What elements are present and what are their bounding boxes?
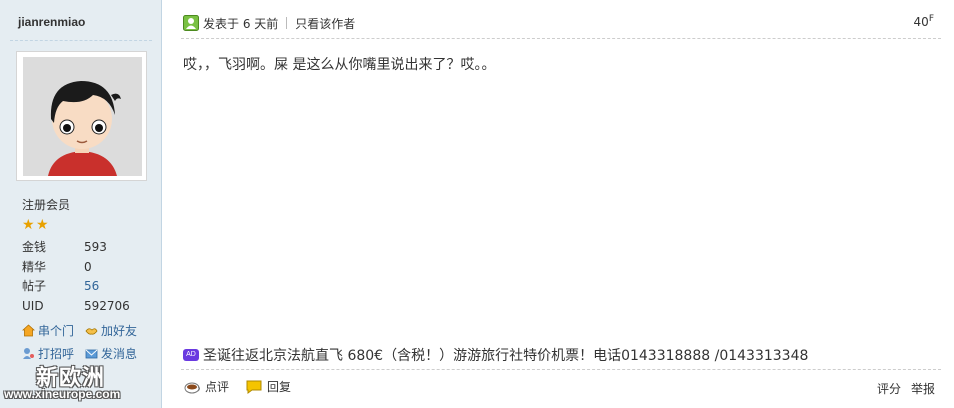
post-actions-right: 评分 举报	[877, 380, 935, 397]
floor-number[interactable]: 40F	[914, 14, 934, 29]
stat-value: 592706	[84, 298, 130, 313]
reply-button[interactable]: 回复	[245, 378, 291, 395]
report-link[interactable]: 举报	[911, 380, 935, 397]
online-status-icon	[183, 15, 199, 31]
handshake-icon	[85, 328, 98, 335]
home-icon	[22, 324, 35, 337]
stat-row: 帖子 56	[22, 279, 152, 299]
stat-value: 0	[84, 259, 92, 274]
coffee-cup-icon	[184, 382, 200, 393]
ad-banner[interactable]: AD 圣诞往返北京法航直飞 680€（含税！）游游旅行社特价机票！电话01433…	[183, 345, 808, 365]
user-group[interactable]: 注册会员	[22, 196, 70, 213]
visit-home-label: 串个门	[38, 324, 75, 338]
envelope-icon	[85, 349, 98, 359]
watermark-url: www.xineurope.com	[4, 387, 121, 401]
floor-suffix: F	[928, 14, 934, 24]
avatar[interactable]	[16, 51, 147, 181]
add-friend-link[interactable]: 加好友	[85, 322, 137, 339]
ad-text[interactable]: 圣诞往返北京法航直飞 680€（含税！）游游旅行社特价机票！电话01433188…	[203, 345, 808, 365]
stat-key: 金钱	[22, 240, 47, 254]
rate-comment-button[interactable]: 点评	[183, 378, 229, 395]
score-link[interactable]: 评分	[877, 380, 901, 397]
divider	[10, 40, 152, 41]
posts-count-link[interactable]: 56	[84, 279, 99, 293]
username[interactable]: jianrenmiao	[18, 15, 85, 29]
speech-bubble-icon	[246, 380, 262, 394]
stat-row: 精华 0	[22, 260, 152, 280]
stat-key: 帖子	[22, 279, 47, 293]
floor-num: 40	[913, 15, 929, 29]
post-content: 发表于 6 天前 只看该作者 40F 哎，，飞羽啊。屎 是这么从你嘴里说出来了？…	[163, 0, 954, 408]
star-icon: ★	[36, 217, 49, 233]
add-friend-label: 加好友	[101, 324, 138, 338]
post-meta: 发表于 6 天前 只看该作者	[183, 15, 355, 31]
visit-home-link[interactable]: 串个门	[22, 322, 74, 339]
rank-stars: ★★	[22, 218, 50, 232]
greet-icon	[23, 348, 34, 359]
user-sidebar: jianrenmiao 注册会员 ★★ 金钱 593 精华 0 帖子 56 UI…	[0, 0, 162, 408]
site-watermark: 新欧洲 www.xineurope.com	[0, 360, 160, 408]
stat-key: UID	[22, 298, 44, 313]
stat-row: UID 592706	[22, 299, 152, 319]
stat-key: 精华	[22, 259, 47, 274]
post-body: 哎，，飞羽啊。屎 是这么从你嘴里说出来了？哎。。	[183, 57, 496, 73]
ad-badge: AD	[183, 349, 199, 361]
post-time: 发表于 6 天前	[203, 16, 279, 31]
rate-comment-label: 点评	[205, 380, 230, 394]
reply-label: 回复	[267, 380, 292, 394]
star-icon: ★	[22, 217, 35, 233]
stat-value: 593	[84, 240, 107, 254]
post-footer: 点评 回复 评分 举报	[183, 378, 935, 396]
divider	[181, 38, 941, 39]
stat-row: 金钱 593	[22, 240, 152, 260]
divider	[181, 369, 941, 370]
author-only-link[interactable]: 只看该作者	[295, 15, 355, 32]
separator	[286, 17, 288, 29]
avatar-image[interactable]	[23, 57, 142, 176]
user-stats: 金钱 593 精华 0 帖子 56 UID 592706	[22, 240, 152, 318]
